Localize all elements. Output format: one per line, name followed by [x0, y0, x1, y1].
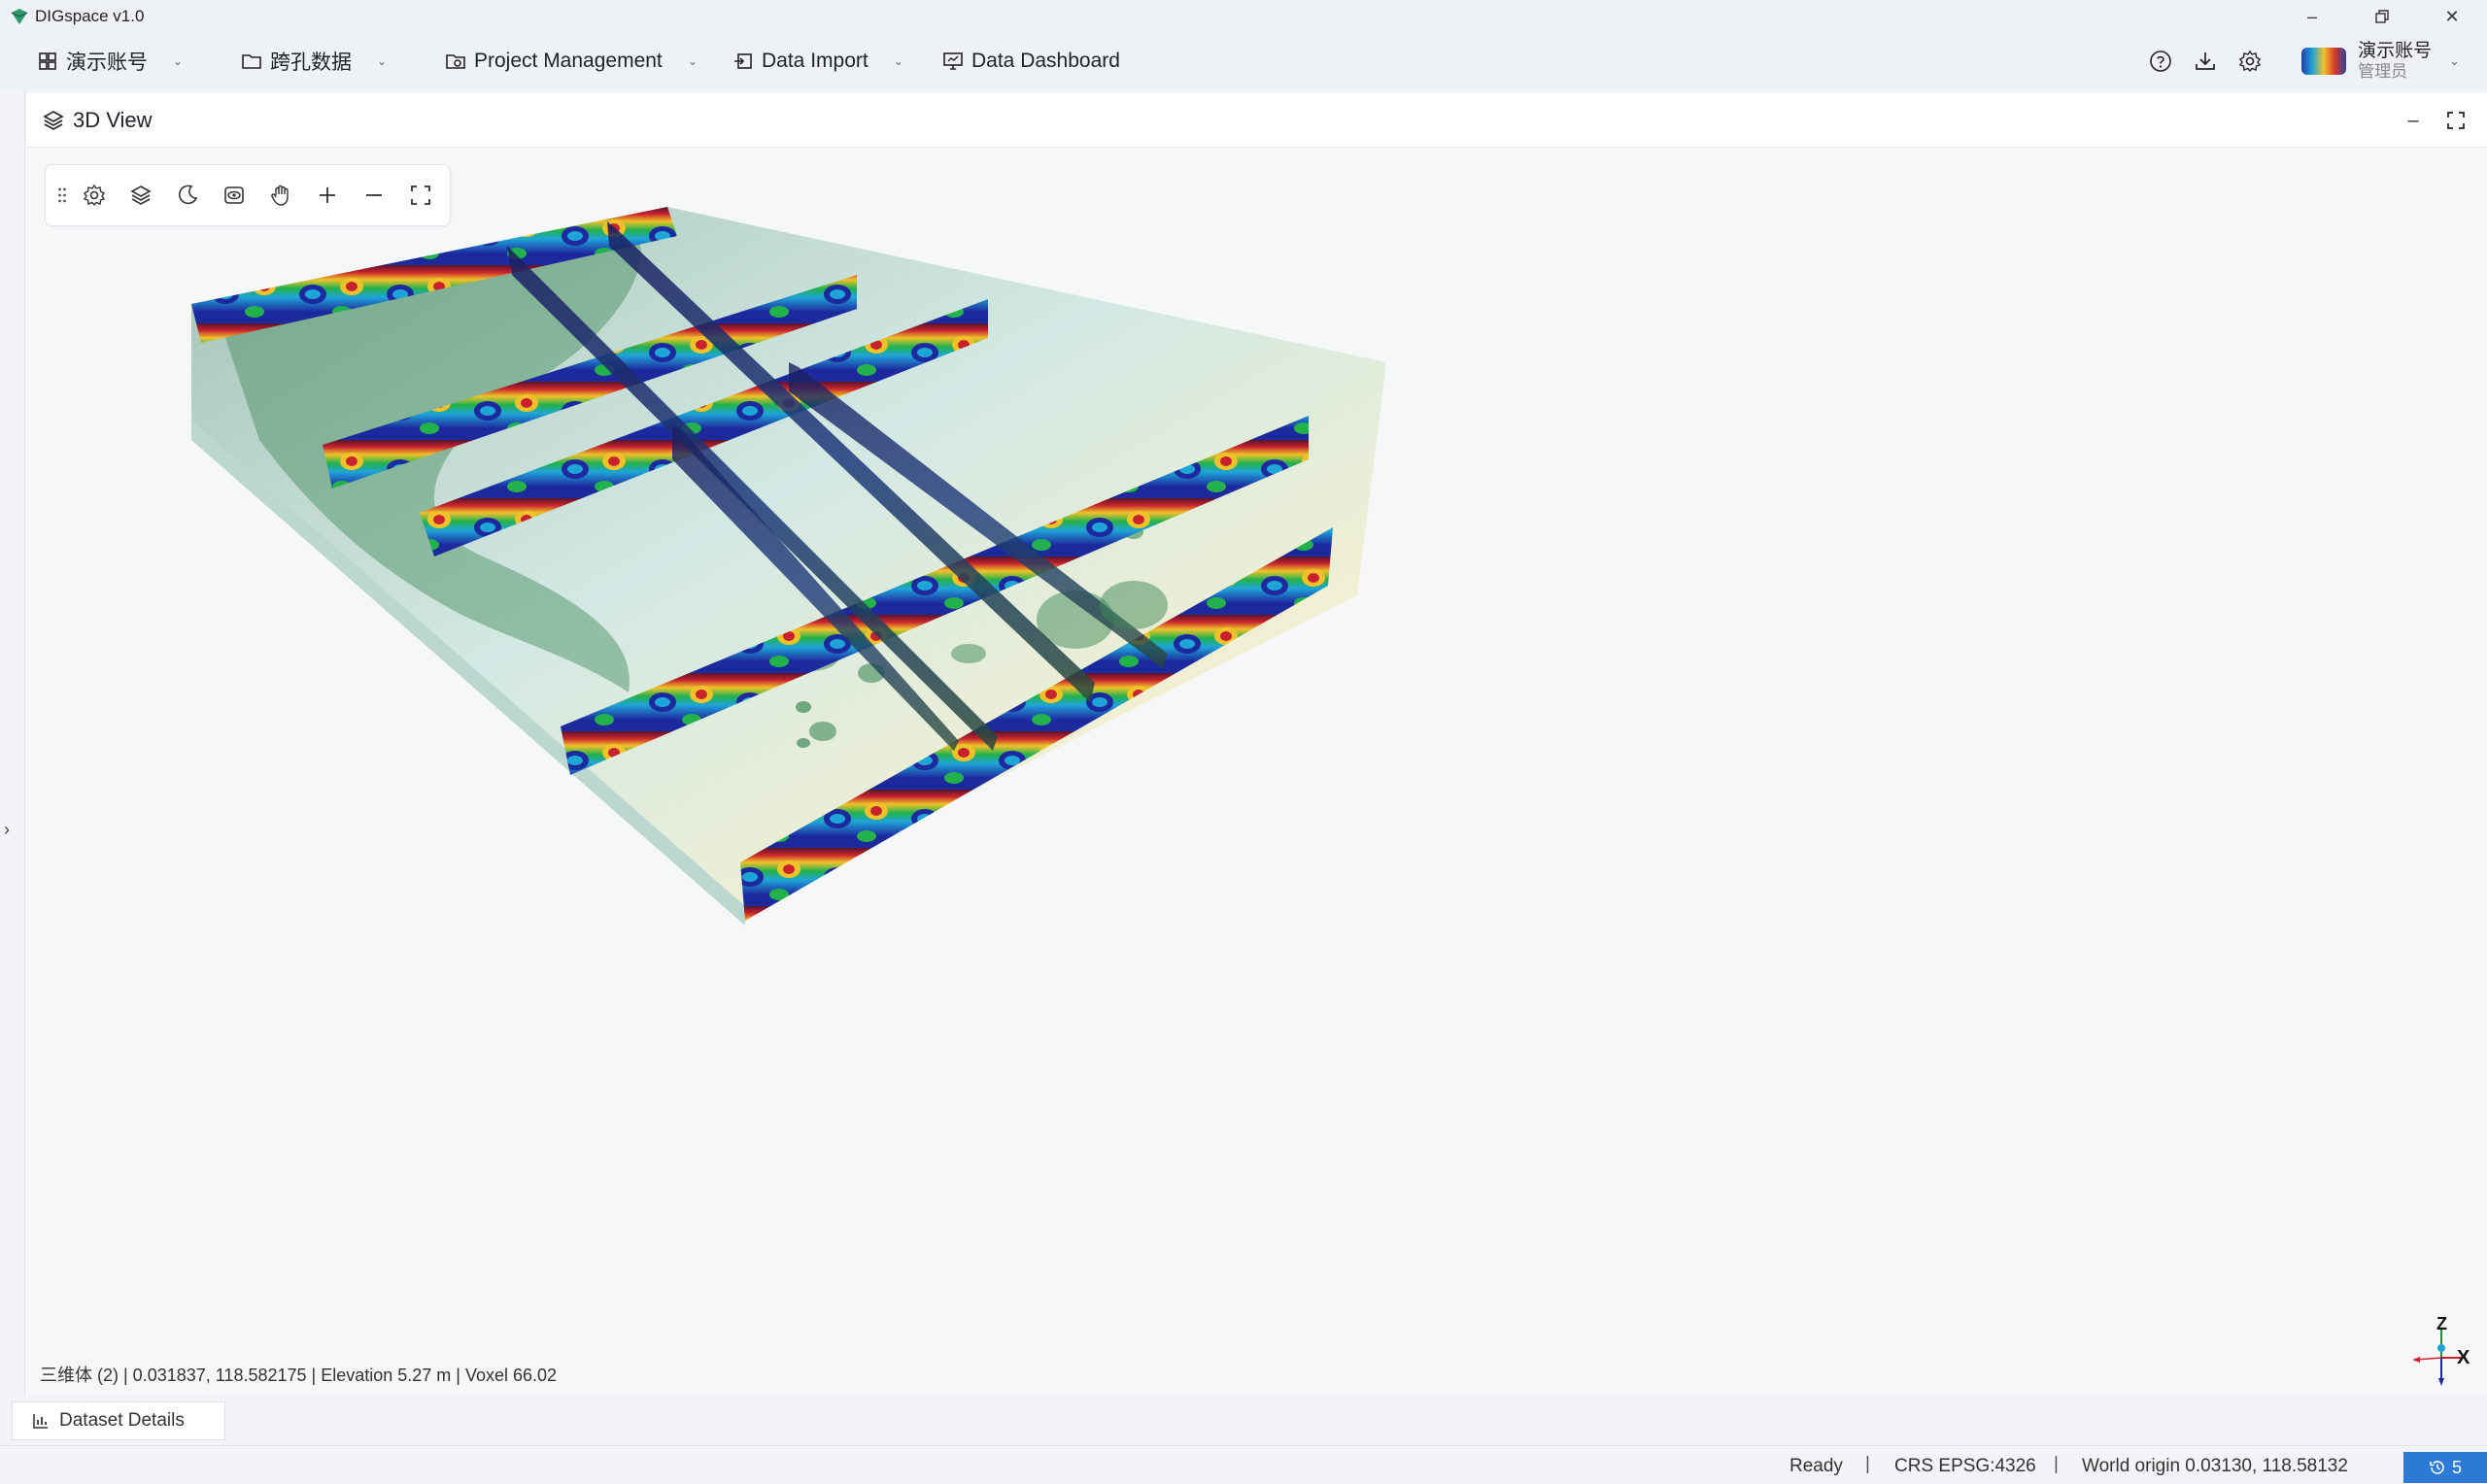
drag-handle-icon[interactable] [53, 172, 71, 219]
moon-icon[interactable] [164, 172, 211, 219]
monitor-icon [943, 52, 963, 70]
settings-icon[interactable] [71, 172, 118, 219]
menu-dashboard-label: Data Dashboard [971, 50, 1120, 72]
sidebar-collapsed: › [0, 89, 25, 1397]
chevron-down-icon: ⌄ [893, 54, 903, 68]
chevron-down-icon: ⌄ [173, 54, 184, 68]
chevron-down-icon: ⌄ [687, 54, 698, 68]
panel-controls: – [2392, 105, 2477, 136]
zoom-out-icon[interactable] [351, 172, 397, 219]
user-menu[interactable]: 演示账号 管理员 ⌄ [2301, 41, 2460, 82]
title-bar: DIGspace v1.0 – ✕ [0, 0, 2487, 33]
pan-hand-icon[interactable] [257, 172, 304, 219]
download-icon[interactable] [2193, 49, 2218, 74]
3d-scene[interactable] [26, 149, 2487, 1397]
folder-search-icon [446, 54, 465, 69]
avatar [2301, 48, 2347, 75]
chevron-down-icon: ⌄ [377, 54, 388, 68]
grid-icon [39, 52, 56, 70]
close-icon[interactable]: ✕ [2417, 0, 2487, 33]
zoom-in-icon[interactable] [304, 172, 351, 219]
restore-icon[interactable] [2347, 0, 2417, 33]
dataset-details-tab[interactable]: Dataset Details [12, 1401, 225, 1440]
status-world-origin: World origin 0.03130, 118.58132 [2082, 1456, 2348, 1476]
history-count: 5 [2451, 1457, 2462, 1477]
history-icon [2430, 1461, 2444, 1474]
status-ready: Ready [1789, 1456, 1843, 1476]
import-icon [734, 53, 752, 69]
status-bar: Ready | CRS EPSG:4326 | World origin 0.0… [0, 1445, 2487, 1484]
dataset-details-label: Dataset Details [59, 1410, 185, 1431]
axis-x-label: X [2457, 1347, 2470, 1368]
panel-title: 3D View [73, 107, 153, 132]
menu-import-label: Data Import [762, 50, 869, 72]
menu-project-label: Project Management [474, 50, 663, 72]
axis-gizmo[interactable]: Z X [2364, 1314, 2470, 1392]
menu-borehole[interactable]: 跨孔数据 ⌄ [241, 42, 387, 81]
camera-view-icon[interactable] [211, 172, 257, 219]
menu-account[interactable]: 演示账号 ⌄ [37, 42, 183, 81]
minimize-icon[interactable]: – [2277, 0, 2347, 33]
3d-viewport[interactable]: 三维体 (2) | 0.031837, 118.582175 | Elevati… [26, 149, 2487, 1397]
fit-view-icon[interactable] [397, 172, 444, 219]
menu-right-tools: 演示账号 管理员 ⌄ [2138, 33, 2487, 89]
fullscreen-icon[interactable] [2435, 105, 2477, 136]
help-icon[interactable] [2148, 49, 2173, 74]
window-controls: – ✕ [2277, 0, 2487, 33]
panel-header: 3D View – [26, 93, 2487, 148]
menu-account-label: 演示账号 [66, 51, 148, 74]
app-title: DIGspace v1.0 [35, 7, 145, 25]
axis-z-label: Z [2436, 1314, 2447, 1333]
status-divider: | [2054, 1454, 2059, 1474]
minimize-panel-icon[interactable]: – [2392, 105, 2435, 136]
gear-icon[interactable] [2237, 49, 2263, 74]
menu-data-import[interactable]: Data Import ⌄ [732, 42, 903, 81]
menu-project-management[interactable]: Project Management ⌄ [445, 42, 698, 81]
expand-sidebar-icon[interactable]: › [4, 820, 10, 840]
user-role: 管理员 [2358, 62, 2408, 81]
status-crs: CRS EPSG:4326 [1894, 1456, 2036, 1476]
menu-data-dashboard[interactable]: Data Dashboard [942, 42, 1120, 81]
history-badge[interactable]: 5 [2403, 1452, 2487, 1483]
user-name: 演示账号 [2358, 41, 2433, 61]
app-logo-icon [11, 9, 28, 24]
menu-borehole-label: 跨孔数据 [270, 51, 352, 74]
bar-chart-icon [33, 1414, 48, 1429]
menu-bar: 演示账号 ⌄ 跨孔数据 ⌄ Project Management ⌄ Data … [0, 33, 2487, 89]
status-divider: | [1865, 1454, 1870, 1474]
layers-icon[interactable] [118, 172, 164, 219]
layers-icon [43, 110, 64, 130]
chevron-down-icon: ⌄ [2449, 53, 2460, 68]
viewer-toolbar [45, 164, 451, 226]
view-panel: 3D View – 三维体 (2) | 0.031837, 118.582175… [26, 93, 2487, 1397]
folder-icon [242, 54, 261, 69]
viewport-status: 三维体 (2) | 0.031837, 118.582175 | Elevati… [40, 1366, 558, 1385]
